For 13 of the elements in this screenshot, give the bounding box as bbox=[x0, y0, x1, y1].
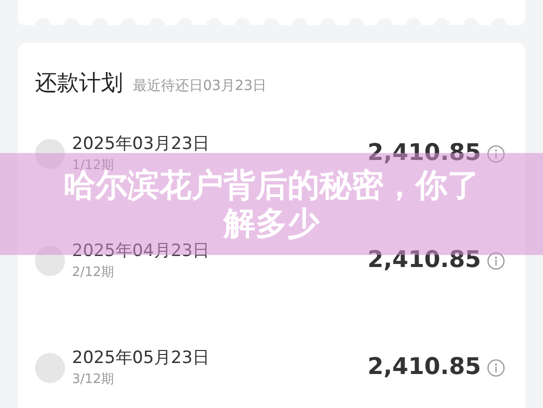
info-icon[interactable] bbox=[487, 358, 505, 376]
due-date: 2025年03月23日 bbox=[72, 132, 210, 156]
info-icon[interactable] bbox=[487, 252, 505, 270]
due-date: 2025年05月23日 bbox=[72, 346, 210, 370]
amount: 2,410.85 bbox=[368, 353, 481, 382]
banner-title: 哈尔滨花户背后的秘密，你了解多少 bbox=[62, 166, 480, 242]
plan-title: 还款计划 bbox=[35, 70, 123, 98]
plan-subtitle: 最近待还日03月23日 bbox=[133, 77, 267, 96]
installment-number: 3/12期 bbox=[72, 370, 116, 388]
info-icon[interactable] bbox=[487, 144, 505, 162]
amount: 2,410.85 bbox=[368, 139, 481, 168]
amount: 2,410.85 bbox=[368, 246, 481, 276]
installment-number: 2/12期 bbox=[72, 264, 116, 282]
